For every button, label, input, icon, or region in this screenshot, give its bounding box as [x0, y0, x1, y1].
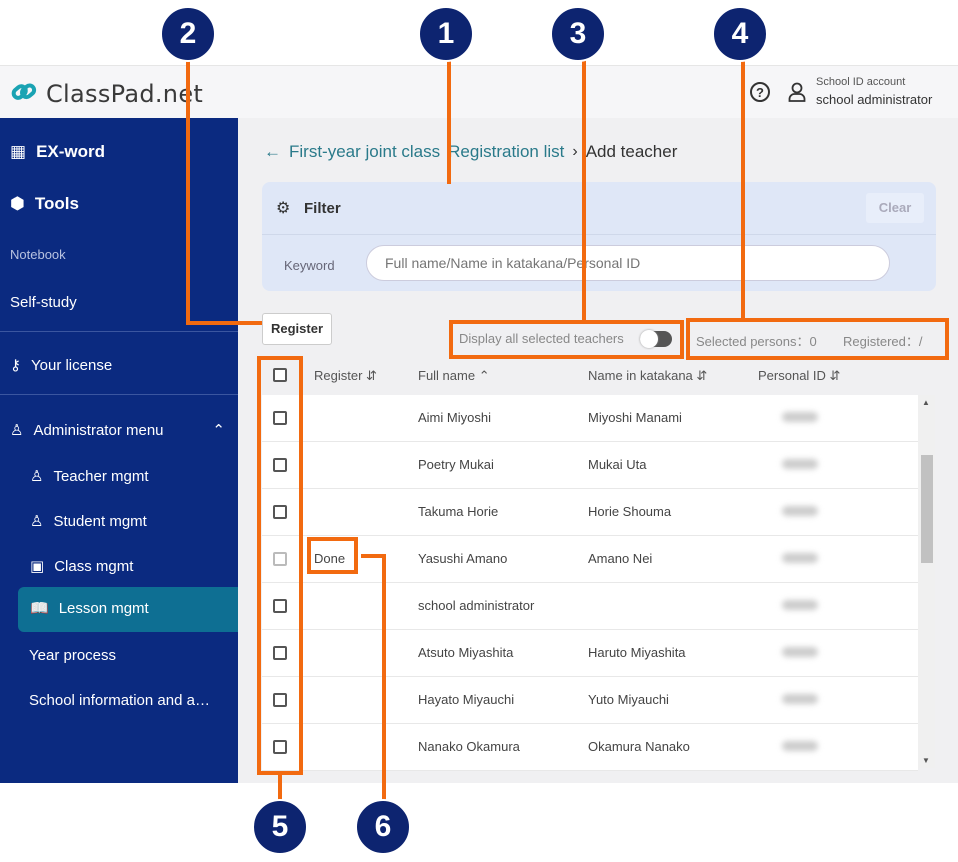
personal-id-redacted: [782, 600, 818, 610]
scrollbar-thumb: [921, 455, 933, 563]
logo: ClassPad.net: [46, 80, 204, 108]
admin-user-icon: ♙: [10, 422, 24, 439]
main-content: ← First-year joint class Registration li…: [238, 118, 958, 783]
full-name: Yasushi Amano: [418, 551, 508, 566]
help-icon[interactable]: ?: [750, 82, 770, 102]
divider: [262, 234, 936, 235]
top-header: ClassPad.net ? School ID account school …: [0, 65, 958, 118]
class-icon: ▣: [30, 558, 45, 575]
user-icon: ♙: [30, 513, 44, 530]
callout-6: 6: [355, 799, 411, 855]
personal-id-redacted: [782, 506, 818, 516]
filter-panel: ⚙ Filter Clear Keyword: [262, 182, 936, 291]
full-name: Takuma Horie: [418, 504, 499, 519]
personal-id-redacted: [782, 412, 818, 422]
table-row[interactable]: Done Yasushi Amano Amano Nei: [262, 536, 918, 583]
sidebar-item-teacher-mgmt[interactable]: ♙ Teacher mgmt: [30, 467, 149, 486]
box-icon: ⬢: [10, 194, 25, 213]
sidebar-item-self-study[interactable]: Self-study: [10, 294, 77, 311]
column-header-register[interactable]: Register ⇵: [314, 368, 377, 384]
highlight-box-3: [449, 320, 684, 359]
full-name: Atsuto Miyashita: [418, 645, 514, 660]
table-row[interactable]: Atsuto Miyashita Haruto Miyashita: [262, 630, 918, 677]
register-button[interactable]: Register: [262, 313, 332, 345]
sidebar-item-ex-word[interactable]: ▦ EX-word: [10, 142, 105, 162]
name-katakana: Horie Shouma: [588, 504, 672, 519]
filter-title: Filter: [304, 200, 341, 217]
sidebar-item-tools[interactable]: ⬢ Tools: [10, 194, 79, 214]
sidebar-item-notebook[interactable]: Notebook: [10, 247, 66, 262]
personal-id-redacted: [782, 553, 818, 563]
sidebar-item-school-information[interactable]: School information and a…: [29, 692, 210, 709]
sliders-icon: ⚙: [276, 200, 291, 217]
callout-4: 4: [712, 6, 768, 62]
personal-id-redacted: [782, 647, 818, 657]
name-katakana: Miyoshi Manami: [588, 410, 682, 425]
full-name: school administrator: [418, 598, 535, 613]
table-row[interactable]: Hayato Miyauchi Yuto Miyauchi: [262, 677, 918, 724]
chevron-up-icon: ⌃: [212, 422, 225, 439]
full-name: Hayato Miyauchi: [418, 692, 515, 707]
sidebar-item-student-mgmt[interactable]: ♙ Student mgmt: [30, 512, 147, 531]
callout-2: 2: [160, 6, 216, 62]
book-icon: 📖: [30, 600, 49, 617]
chevron-right-icon: ›: [572, 143, 578, 160]
personal-id-redacted: [782, 741, 818, 751]
personal-id-redacted: [782, 694, 818, 704]
sidebar-item-class-mgmt[interactable]: ▣ Class mgmt: [30, 557, 133, 576]
full-name: Aimi Miyoshi: [418, 410, 491, 425]
divider: [0, 331, 238, 332]
sidebar: ▦ EX-word ⬢ Tools Notebook Self-study ⚷ You…: [0, 118, 238, 783]
personal-id-redacted: [782, 459, 818, 469]
logo-icon: [11, 83, 37, 100]
page-title: Add teacher: [585, 142, 678, 161]
user-icon[interactable]: [788, 82, 806, 102]
sidebar-item-lesson-mgmt[interactable]: 📖 Lesson mgmt: [18, 587, 238, 632]
table-row[interactable]: Takuma Horie Horie Shouma: [262, 489, 918, 536]
account-label: School ID account: [816, 76, 906, 88]
highlight-box-4: [686, 318, 949, 360]
sidebar-item-your-license[interactable]: ⚷ Your license: [10, 356, 112, 375]
sidebar-item-administrator-menu[interactable]: ♙ Administrator menu ⌃: [10, 421, 225, 440]
column-header-full-name[interactable]: Full name ⌃: [418, 368, 490, 384]
teacher-icon: ♙: [30, 468, 44, 485]
breadcrumb-item[interactable]: First-year joint class: [289, 142, 440, 162]
sidebar-item-year-process[interactable]: Year process: [29, 647, 116, 664]
name-katakana: Haruto Miyashita: [588, 645, 686, 660]
full-name: Poetry Mukai: [418, 457, 494, 472]
name-katakana: Amano Nei: [588, 551, 653, 566]
scrollbar[interactable]: ▲ ▼: [918, 395, 935, 768]
name-katakana: Okamura Nanako: [588, 739, 690, 754]
highlight-box-6: [307, 537, 358, 574]
column-header-personal-id[interactable]: Personal ID ⇵: [758, 368, 840, 384]
account-name[interactable]: school administrator: [816, 92, 932, 107]
name-katakana: Yuto Miyauchi: [588, 692, 669, 707]
breadcrumb-item[interactable]: Registration list: [448, 142, 564, 162]
breadcrumb: ← First-year joint class Registration li…: [264, 142, 677, 162]
name-katakana: Mukai Uta: [588, 457, 647, 472]
dictionary-icon: ▦: [10, 142, 27, 161]
table-row[interactable]: Poetry Mukai Mukai Uta: [262, 442, 918, 489]
full-name: Nanako Okamura: [418, 739, 520, 754]
keyword-input[interactable]: [366, 245, 890, 281]
table-row[interactable]: Aimi Miyoshi Miyoshi Manami: [262, 395, 918, 442]
scroll-up-icon: ▲: [922, 398, 930, 407]
table-row[interactable]: Nanako Okamura Okamura Nanako: [262, 724, 918, 771]
column-header-katakana[interactable]: Name in katakana ⇵: [588, 368, 707, 384]
table-row[interactable]: school administrator: [262, 583, 918, 630]
callout-1: 1: [418, 6, 474, 62]
callout-5: 5: [252, 799, 308, 855]
keyword-label: Keyword: [284, 258, 335, 273]
highlight-box-5: [257, 356, 303, 775]
divider: [0, 394, 238, 395]
back-arrow-icon[interactable]: ←: [264, 142, 281, 162]
callout-3: 3: [550, 6, 606, 62]
scroll-down-icon: ▼: [922, 756, 930, 765]
key-icon: ⚷: [10, 357, 21, 374]
clear-button[interactable]: Clear: [866, 193, 924, 223]
